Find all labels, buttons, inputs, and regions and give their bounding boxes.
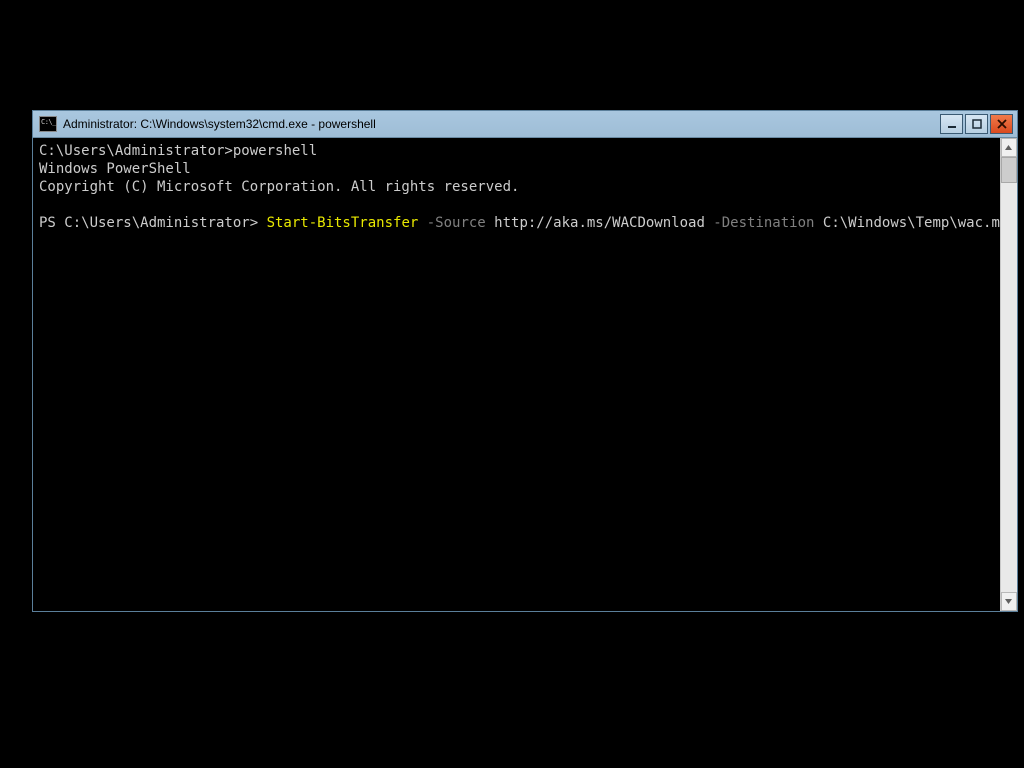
minimize-button[interactable] [940,114,963,134]
scroll-up-button[interactable] [1001,138,1018,157]
terminal-text: Copyright (C) Microsoft Corporation. All… [39,179,519,195]
ps-cmdlet: Start-BitsTransfer [267,215,419,231]
terminal-text: C:\Users\Administrator> [39,143,233,159]
window-controls [940,114,1013,134]
close-button[interactable] [990,114,1013,134]
titlebar[interactable]: Administrator: C:\Windows\system32\cmd.e… [33,111,1017,138]
cmd-icon [39,116,57,132]
terminal-output[interactable]: C:\Users\Administrator>powershell Window… [33,138,1000,611]
terminal-text: powershell [233,143,317,159]
terminal-text: Windows PowerShell [39,161,191,177]
ps-param: -Destination [705,215,823,231]
scroll-track[interactable] [1001,157,1018,592]
maximize-button[interactable] [965,114,988,134]
ps-prompt: PS C:\Users\Administrator> [39,215,267,231]
client-area: C:\Users\Administrator>powershell Window… [33,138,1017,611]
vertical-scrollbar[interactable] [1000,138,1018,611]
scroll-down-button[interactable] [1001,592,1018,611]
ps-param: -Source [418,215,494,231]
cmd-powershell-window: Administrator: C:\Windows\system32\cmd.e… [32,110,1018,612]
window-title: Administrator: C:\Windows\system32\cmd.e… [63,117,940,131]
ps-arg: http://aka.ms/WACDownload [494,215,705,231]
scroll-thumb[interactable] [1001,157,1018,183]
ps-arg: C:\Windows\Temp\wac.msi [823,215,1000,231]
